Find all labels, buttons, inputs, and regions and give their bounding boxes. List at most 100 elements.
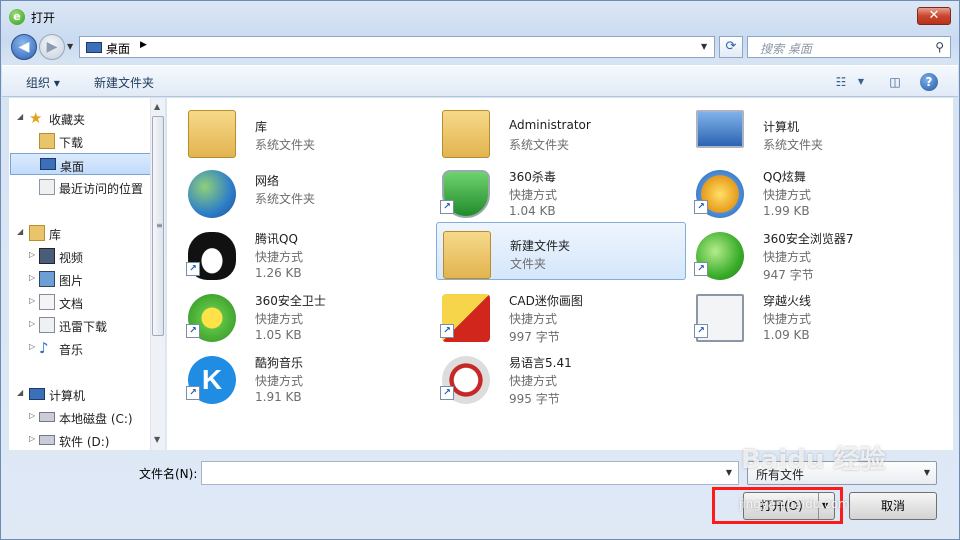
expand-arrow-icon[interactable]: ▷ — [29, 319, 35, 328]
file-name: 酷狗音乐 — [255, 356, 304, 370]
back-button[interactable]: ◀ — [11, 34, 37, 60]
nav-downloads[interactable]: 下载 — [9, 130, 151, 152]
search-icon[interactable]: ⚲ — [935, 40, 944, 54]
thunder-download-icon — [39, 317, 55, 333]
file-item[interactable]: ↗ 360安全浏览器7 快捷方式 947 字节 — [690, 226, 940, 284]
preview-pane-icon[interactable]: ◫ — [884, 72, 906, 92]
help-icon[interactable]: ? — [920, 73, 938, 91]
expand-arrow-icon[interactable]: ▷ — [29, 434, 35, 443]
nav-videos[interactable]: ▷ 视频 — [9, 245, 151, 267]
organize-menu[interactable]: 组织 ▾ — [26, 74, 60, 91]
filename-input[interactable]: ▼ — [201, 461, 739, 485]
breadcrumb-chevron-icon[interactable]: ▶ — [140, 40, 147, 50]
file-item[interactable]: ↗ 易语言5.41 快捷方式 995 字节 — [436, 350, 686, 408]
cancel-button[interactable]: 取消 — [849, 492, 937, 520]
file-name: 库 — [255, 120, 268, 134]
nav-item-label: 软件 (D:) — [59, 435, 110, 449]
expand-arrow-icon[interactable]: ▷ — [29, 273, 35, 282]
nav-item-label: 文档 — [59, 297, 84, 311]
file-size: 1.04 KB — [509, 204, 556, 218]
nav-item-label: 最近访问的位置 — [59, 182, 144, 196]
nav-item-label: 计算机 — [49, 389, 86, 403]
filename-dropdown-icon[interactable]: ▼ — [726, 468, 732, 477]
nav-thunder-download[interactable]: ▷ 迅雷下载 — [9, 314, 151, 336]
file-item[interactable]: 库 系统文件夹 — [182, 104, 432, 162]
file-item[interactable]: K ↗ 酷狗音乐 快捷方式 1.91 KB — [182, 350, 432, 408]
file-item[interactable]: ↗ 穿越火线 快捷方式 1.09 KB — [690, 288, 940, 346]
file-item[interactable]: ↗ 腾讯QQ 快捷方式 1.26 KB — [182, 226, 432, 284]
change-view-icon[interactable]: ☷ — [830, 72, 852, 92]
expand-arrow-icon[interactable]: ▷ — [29, 411, 35, 420]
expand-arrow-icon[interactable]: ▷ — [29, 342, 35, 351]
file-type: 快捷方式 — [255, 374, 304, 388]
file-name: 网络 — [255, 174, 280, 188]
scroll-down-icon[interactable]: ▼ — [154, 435, 160, 444]
nav-libraries[interactable]: ◢ 库 — [9, 222, 151, 244]
nav-scrollbar[interactable]: ▲ ≡ ▼ — [150, 98, 165, 450]
nav-pictures[interactable]: ▷ 图片 — [9, 268, 151, 290]
video-library-icon — [39, 248, 55, 264]
collapse-arrow-icon[interactable]: ◢ — [17, 388, 23, 397]
file-item[interactable]: ↗ QQ炫舞 快捷方式 1.99 KB — [690, 164, 940, 222]
file-type: 快捷方式 — [255, 250, 304, 264]
scroll-thumb[interactable]: ≡ — [152, 116, 164, 336]
file-item[interactable]: ↗ 360杀毒 快捷方式 1.04 KB — [436, 164, 686, 222]
refresh-button[interactable]: ⟳ — [719, 36, 743, 58]
forward-button[interactable]: ▶ — [39, 34, 65, 60]
desktop-icon — [86, 42, 102, 53]
libraries-icon — [29, 225, 45, 241]
open-file-dialog: e 打开 ✕ ◀ ▶ ▼ 桌面 ▶ ▼ ⟳ 搜索 桌面 ⚲ 组织 ▾ 新建文件夹… — [0, 0, 960, 540]
nav-music[interactable]: ▷ ♪ 音乐 — [9, 337, 151, 359]
nav-documents[interactable]: ▷ 文档 — [9, 291, 151, 313]
file-item[interactable]: ↗ 360安全卫士 快捷方式 1.05 KB — [182, 288, 432, 346]
expand-arrow-icon[interactable]: ▷ — [29, 250, 35, 259]
nav-favorites[interactable]: ◢ ★ 收藏夹 — [9, 107, 151, 129]
new-folder-button[interactable]: 新建文件夹 — [94, 74, 154, 91]
window-title: 打开 — [31, 11, 56, 25]
recent-pages-dropdown[interactable]: ▼ — [67, 42, 73, 51]
folder-icon — [443, 231, 491, 279]
address-dropdown-icon[interactable]: ▼ — [701, 42, 707, 51]
desktop-icon — [40, 158, 56, 170]
local-disk-icon — [39, 412, 55, 422]
address-bar[interactable]: 桌面 ▶ — [79, 36, 715, 58]
collapse-arrow-icon[interactable]: ◢ — [17, 227, 23, 236]
nav-desktop[interactable]: 桌面 — [10, 153, 152, 175]
forward-arrow-icon: ▶ — [46, 39, 58, 55]
file-name: 易语言5.41 — [509, 356, 572, 370]
file-item-selected[interactable]: 新建文件夹 文件夹 — [436, 222, 686, 280]
file-size: 1.09 KB — [763, 328, 810, 342]
collapse-arrow-icon[interactable]: ◢ — [17, 112, 23, 121]
close-icon: ✕ — [928, 8, 940, 23]
back-arrow-icon: ◀ — [18, 39, 30, 55]
shortcut-arrow-icon: ↗ — [440, 386, 454, 400]
drive-icon — [39, 435, 55, 445]
scroll-up-icon[interactable]: ▲ — [154, 102, 160, 111]
file-size: 1.05 KB — [255, 328, 302, 342]
filter-dropdown-icon[interactable]: ▼ — [924, 468, 930, 477]
nav-item-label: 桌面 — [60, 160, 85, 174]
nav-recent-places[interactable]: 最近访问的位置 — [9, 176, 151, 198]
title-bar: e 打开 ✕ — [1, 1, 959, 31]
file-type: 快捷方式 — [763, 312, 812, 326]
computer-icon — [29, 388, 45, 400]
file-type: 快捷方式 — [509, 188, 558, 202]
search-input[interactable]: 搜索 桌面 ⚲ — [747, 36, 951, 58]
file-item[interactable]: Administrator 系统文件夹 — [436, 104, 686, 162]
file-item[interactable]: ↗ CAD迷你画图 快捷方式 997 字节 — [436, 288, 686, 346]
nav-local-disk-c[interactable]: ▷ 本地磁盘 (C:) — [9, 406, 151, 428]
file-name: CAD迷你画图 — [509, 294, 583, 308]
expand-arrow-icon[interactable]: ▷ — [29, 296, 35, 305]
close-button[interactable]: ✕ — [917, 7, 951, 25]
file-item[interactable]: 计算机 系统文件夹 — [690, 104, 940, 162]
view-dropdown-icon[interactable]: ▼ — [850, 72, 872, 92]
nav-drive-d[interactable]: ▷ 软件 (D:) — [9, 429, 151, 451]
file-type: 系统文件夹 — [255, 138, 316, 152]
shortcut-arrow-icon: ↗ — [186, 324, 200, 338]
file-size: 1.26 KB — [255, 266, 302, 280]
file-item[interactable]: 网络 系统文件夹 — [182, 164, 432, 222]
navigation-pane: ◢ ★ 收藏夹 下载 桌面 最近访问的位置 ◢ 库 ▷ 视频 ▷ 图片 ▷ 文档… — [9, 98, 165, 450]
file-list: 库 系统文件夹 Administrator 系统文件夹 计算机 系统文件夹 网络… — [167, 98, 953, 450]
address-location[interactable]: 桌面 — [106, 40, 130, 57]
nav-computer[interactable]: ◢ 计算机 — [9, 383, 151, 405]
